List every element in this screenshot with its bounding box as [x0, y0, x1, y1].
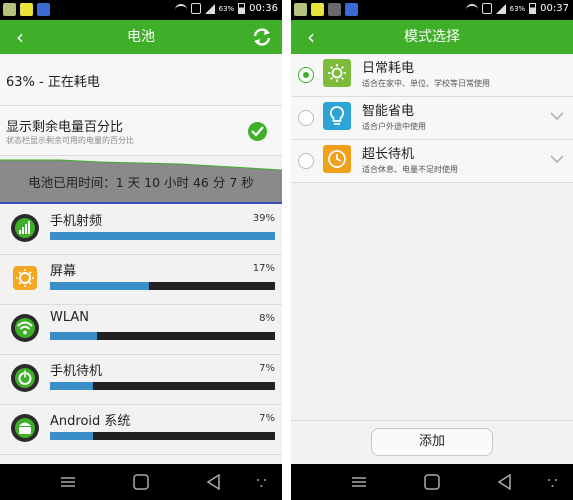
- battery-status-text: 63% - 正在耗电: [6, 75, 100, 90]
- battery-status-icon: [238, 3, 246, 14]
- sim-icon: [481, 3, 492, 14]
- battery-curve: [0, 156, 282, 170]
- usage-bar: [50, 432, 275, 440]
- mode-radio[interactable]: [298, 67, 314, 83]
- battery-used-time: 电池已用时间：1 天 10 小时 46 分 7 秒: [28, 175, 254, 190]
- navigation-bar: [291, 464, 573, 500]
- mode-option[interactable]: 超长待机适合休息、电量不足时使用: [291, 140, 573, 183]
- chevron-down-icon[interactable]: [550, 111, 564, 121]
- usage-bar: [50, 282, 275, 290]
- usage-bar-fill: [50, 382, 93, 390]
- app-name: WLAN: [50, 310, 90, 325]
- notification-icon: [345, 3, 358, 16]
- clock-icon: [323, 145, 351, 173]
- usage-bar-fill: [50, 232, 275, 240]
- mode-desc: 适合户外途中使用: [362, 122, 426, 131]
- app-name: Android 系统: [50, 414, 131, 429]
- usage-bar: [50, 382, 275, 390]
- navigation-bar: [0, 464, 282, 500]
- app-usage-row[interactable]: 手机待机 7%: [0, 355, 282, 405]
- show-percentage-label: 显示剩余电量百分比: [6, 120, 124, 135]
- title-bar: ‹ 模式选择: [291, 20, 573, 54]
- notification-icon: [328, 3, 341, 16]
- app-name: 手机待机: [50, 364, 103, 379]
- power-icon: [11, 364, 39, 392]
- title-bar: ‹ 电池: [0, 20, 282, 54]
- battery-history-graph: 电池已用时间：1 天 10 小时 46 分 7 秒: [0, 156, 282, 204]
- refresh-icon[interactable]: [250, 25, 274, 49]
- app-name: 屏幕: [50, 264, 77, 279]
- app-usage-row[interactable]: WLAN 8%: [0, 305, 282, 355]
- android-icon: [11, 414, 39, 442]
- app-percent: 17%: [252, 263, 275, 274]
- status-bar: 63% 00:37: [291, 0, 573, 20]
- battery-percent: 63%: [218, 4, 235, 13]
- menu-icon[interactable]: [58, 474, 78, 490]
- notification-icon: [3, 3, 16, 16]
- home-icon[interactable]: [422, 474, 442, 490]
- clock: 00:37: [540, 3, 569, 14]
- usage-bar-fill: [50, 432, 93, 440]
- add-button[interactable]: 添加: [371, 428, 493, 456]
- sun-icon: [323, 59, 351, 87]
- more-icon[interactable]: [543, 474, 563, 490]
- usage-bar: [50, 332, 275, 340]
- clock: 00:36: [249, 3, 278, 14]
- more-icon[interactable]: [252, 474, 272, 490]
- app-percent: 7%: [259, 413, 275, 424]
- app-percent: 39%: [252, 213, 275, 224]
- signal-status-icon: [204, 3, 215, 14]
- home-icon[interactable]: [131, 474, 151, 490]
- bulb-icon: [323, 102, 351, 130]
- mode-name: 智能省电: [362, 104, 415, 119]
- signal-icon: [11, 214, 39, 242]
- chevron-down-icon[interactable]: [550, 154, 564, 164]
- app-usage-row[interactable]: 手机射频 39%: [0, 205, 282, 255]
- wifi-icon: [11, 314, 39, 342]
- back-nav-icon[interactable]: [495, 474, 515, 490]
- mode-radio[interactable]: [298, 153, 314, 169]
- notification-icon: [294, 3, 307, 16]
- back-nav-icon[interactable]: [204, 474, 224, 490]
- page-title: 电池: [127, 29, 155, 45]
- check-icon[interactable]: [248, 122, 267, 141]
- brightness-icon: [13, 266, 37, 290]
- notification-icon: [311, 3, 324, 16]
- usage-bar-fill: [50, 282, 149, 290]
- mode-desc: 适合休息、电量不足时使用: [362, 165, 458, 174]
- graph-baseline: [0, 202, 282, 204]
- app-usage-row[interactable]: 屏幕 17%: [0, 255, 282, 305]
- status-bar: 63% 00:36: [0, 0, 282, 20]
- wifi-status-icon: [465, 4, 478, 13]
- mode-option[interactable]: 智能省电适合户外途中使用: [291, 97, 573, 140]
- menu-icon[interactable]: [349, 474, 369, 490]
- page-title: 模式选择: [404, 29, 460, 45]
- mode-name: 日常耗电: [362, 61, 415, 76]
- show-percentage-row[interactable]: 显示剩余电量百分比 状态栏显示剩余可用的电量的百分比: [0, 106, 282, 156]
- app-percent: 8%: [259, 313, 275, 324]
- app-name: 手机射频: [50, 214, 103, 229]
- battery-percent: 63%: [509, 4, 526, 13]
- battery-status-row: 63% - 正在耗电: [0, 54, 282, 106]
- sim-icon: [190, 3, 201, 14]
- show-percentage-desc: 状态栏显示剩余可用的电量的百分比: [6, 136, 134, 145]
- mode-desc: 适合在家中、单位、学校等日常使用: [362, 79, 490, 88]
- usage-bar: [50, 232, 275, 240]
- mode-name: 超长待机: [362, 147, 415, 162]
- mode-radio[interactable]: [298, 110, 314, 126]
- notification-icon: [37, 3, 50, 16]
- battery-status-icon: [529, 3, 537, 14]
- app-percent: 7%: [259, 363, 275, 374]
- wifi-status-icon: [174, 4, 187, 13]
- mode-select-screen: 63% 00:37 ‹ 模式选择 日常耗电适合在家中、单位、学校等日常使用智能省…: [291, 0, 573, 500]
- notification-icon: [20, 3, 33, 16]
- signal-status-icon: [495, 3, 506, 14]
- mode-option[interactable]: 日常耗电适合在家中、单位、学校等日常使用: [291, 54, 573, 97]
- battery-screen: 63% 00:36 ‹ 电池 63% - 正在耗电 显示剩余电量百分比 状态栏显…: [0, 0, 282, 500]
- usage-bar-fill: [50, 332, 98, 340]
- app-usage-row[interactable]: Android 系统 7%: [0, 405, 282, 455]
